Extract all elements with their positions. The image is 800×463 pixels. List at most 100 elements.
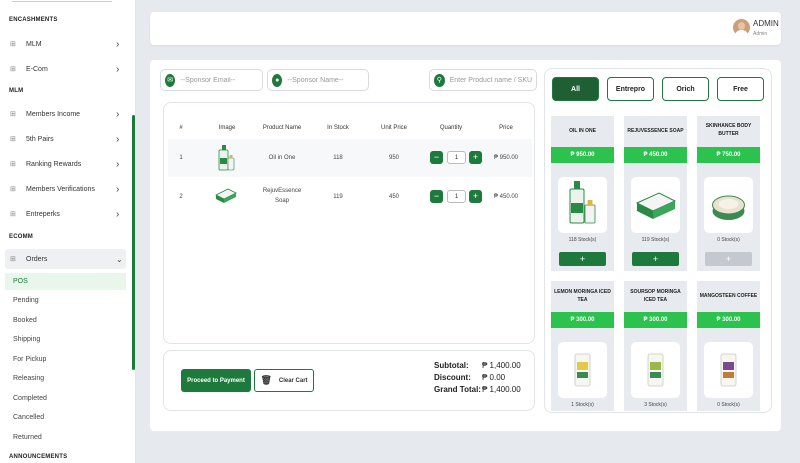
product-card-stock: 1 Stock(s) — [571, 402, 594, 408]
sidebar-item-label: Members Verifications — [26, 185, 95, 193]
product-card[interactable]: OIL IN ONE ₱ 950.00 118 Stock(s) + — [551, 116, 614, 271]
sidebar-sub-completed[interactable]: Completed — [5, 390, 126, 407]
add-to-cart-button[interactable]: + — [632, 252, 679, 266]
subtotal-label: Subtotal: — [434, 361, 469, 370]
sidebar-item-mlm[interactable]: ⊞ MLM › — [5, 34, 126, 54]
add-to-cart-button-disabled[interactable]: + — [705, 252, 752, 266]
product-card-price: ₱ 750.00 — [697, 147, 760, 163]
sidebar-sub-pending[interactable]: Pending — [5, 292, 126, 309]
sponsor-name-field[interactable]: ● — [267, 69, 369, 91]
grid-icon: ⊞ — [10, 211, 16, 218]
grand-total-label: Grand Total: — [434, 385, 481, 394]
unit-price: 950 — [388, 155, 399, 161]
product-card-stock: 118 Stock(s) — [568, 237, 597, 243]
avatar-face — [738, 22, 745, 30]
chevron-right-icon: › — [116, 208, 120, 220]
product-card-price: ₱ 300.00 — [551, 312, 614, 328]
soap-box-icon — [635, 192, 677, 219]
product-card-price: ₱ 300.00 — [697, 312, 760, 328]
avatar-shirt — [735, 30, 748, 36]
top-header: ADMIN Admin — [150, 12, 781, 45]
column-header: # — [179, 125, 183, 131]
product-card[interactable]: LEMON MORINGA ICED TEA ₱ 300.00 1 Stock(… — [551, 281, 614, 411]
product-card-name: SOURSOP MORINGA — [630, 289, 681, 295]
chevron-right-icon: › — [116, 158, 120, 170]
discount-label: Discount: — [434, 373, 471, 382]
product-card[interactable]: REJUVESSENCE SOAP ₱ 450.00 119 Stock(s) … — [624, 116, 687, 271]
product-card-price: ₱ 450.00 — [624, 147, 687, 163]
sidebar-item-members-verifications[interactable]: ⊞ Members Verifications › — [5, 179, 126, 199]
avatar[interactable] — [733, 19, 750, 36]
sidebar-item-ecom[interactable]: ⊞ E-Com › — [5, 59, 126, 79]
clear-cart-label: Clear Cart — [278, 377, 308, 384]
product-search-field[interactable]: ⚲ — [429, 69, 537, 91]
decrease-qty-button[interactable]: − — [430, 190, 443, 203]
proceed-to-payment-button[interactable]: Proceed to Payment — [181, 369, 251, 392]
section-mlm: MLM — [9, 88, 24, 94]
decrease-qty-button[interactable]: − — [430, 151, 443, 164]
sidebar-sub-pos[interactable]: POS — [5, 273, 126, 290]
product-card[interactable]: SKINHANCE BODY BUTTER ₱ 750.00 0 Stock(s… — [697, 116, 760, 271]
row-number: 1 — [179, 155, 183, 161]
coffee-pouch-icon — [720, 353, 737, 387]
body-butter-jar-icon — [712, 195, 745, 220]
sidebar-item-entreperks[interactable]: ⊞ Entreperks › — [5, 204, 126, 224]
sidebar-scrollbar[interactable] — [132, 115, 135, 370]
sidebar-item-label: Orders — [26, 255, 48, 263]
chevron-down-icon: ⌄ — [116, 254, 123, 264]
sidebar-item-label: 5th Pairs — [26, 135, 54, 143]
sidebar-sub-cancelled[interactable]: Cancelled — [5, 409, 126, 426]
sidebar-sub-returned[interactable]: Returned — [5, 429, 126, 446]
filter-entrepro[interactable]: Entrepro — [607, 77, 654, 101]
product-card[interactable]: MANGOSTEEN COFFEE ₱ 300.00 0 Stock(s) — [697, 281, 760, 411]
sidebar-sub-booked[interactable]: Booked — [5, 312, 126, 329]
sponsor-email-input[interactable] — [180, 76, 262, 84]
row-price: ₱ 450.00 — [493, 194, 519, 200]
product-card[interactable]: SOURSOP MORINGA ICED TEA ₱ 300.00 3 Stoc… — [624, 281, 687, 411]
product-card-stock: 119 Stock(s) — [641, 237, 670, 243]
section-announcements: ANNOUNCEMENTS — [9, 454, 68, 460]
product-card-name: REJUVESSENCE SOAP — [627, 128, 684, 134]
sidebar-item-orders[interactable]: ⊞ Orders ⌄ — [5, 249, 126, 269]
product-card-stock: 3 Stock(s) — [644, 402, 667, 408]
grid-icon: ⊞ — [10, 136, 16, 143]
email-icon: ✉ — [165, 73, 176, 87]
sidebar-item-5th-pairs[interactable]: ⊞ 5th Pairs › — [5, 129, 126, 149]
column-header: Unit Price — [380, 125, 407, 131]
product-search-input[interactable] — [449, 76, 536, 84]
section-ecomm: ECOMM — [9, 234, 33, 240]
clear-cart-button[interactable]: 🗑 Clear Cart — [254, 369, 314, 392]
sponsor-email-field[interactable]: ✉ — [160, 69, 263, 91]
chevron-right-icon: › — [116, 63, 120, 75]
product-card-price: ₱ 950.00 — [551, 147, 614, 163]
tea-pouch-icon — [574, 353, 591, 387]
grid-icon: ⊞ — [10, 111, 16, 118]
sidebar-item-members-income[interactable]: ⊞ Members Income › — [5, 104, 126, 124]
chevron-right-icon: › — [116, 183, 120, 195]
subtotal-value: ₱ 1,400.00 — [482, 361, 521, 370]
product-card-image — [558, 177, 607, 233]
grand-total-value: ₱ 1,400.00 — [482, 385, 521, 394]
cart-table: # Image Product Name In Stock Unit Price… — [163, 102, 535, 344]
product-card-name: MANGOSTEEN COFFEE — [699, 293, 758, 299]
filter-free[interactable]: Free — [717, 77, 764, 101]
product-card-name-line2: ICED TEA — [643, 297, 668, 303]
quantity-input[interactable]: 1 — [447, 151, 466, 164]
quantity-input[interactable]: 1 — [447, 190, 466, 203]
row-number: 2 — [179, 194, 183, 200]
in-stock: 118 — [333, 155, 343, 161]
sponsor-name-input[interactable] — [287, 76, 368, 84]
sidebar-item-ranking-rewards[interactable]: ⊞ Ranking Rewards › — [5, 154, 126, 174]
filter-orich[interactable]: Orich — [662, 77, 709, 101]
increase-qty-button[interactable]: + — [469, 190, 482, 203]
user-name[interactable]: ADMIN — [753, 19, 779, 28]
sidebar-sub-releasing[interactable]: Releasing — [5, 370, 126, 387]
sidebar-item-label: MLM — [26, 40, 42, 48]
product-card-image — [558, 342, 607, 398]
filter-all[interactable]: All — [552, 77, 599, 101]
increase-qty-button[interactable]: + — [469, 151, 482, 164]
sidebar-sub-shipping[interactable]: Shipping — [5, 331, 126, 348]
add-to-cart-button[interactable]: + — [559, 252, 606, 266]
section-encashments: ENCASHMENTS — [9, 17, 58, 23]
sidebar-sub-for-pickup[interactable]: For Pickup — [5, 351, 126, 368]
